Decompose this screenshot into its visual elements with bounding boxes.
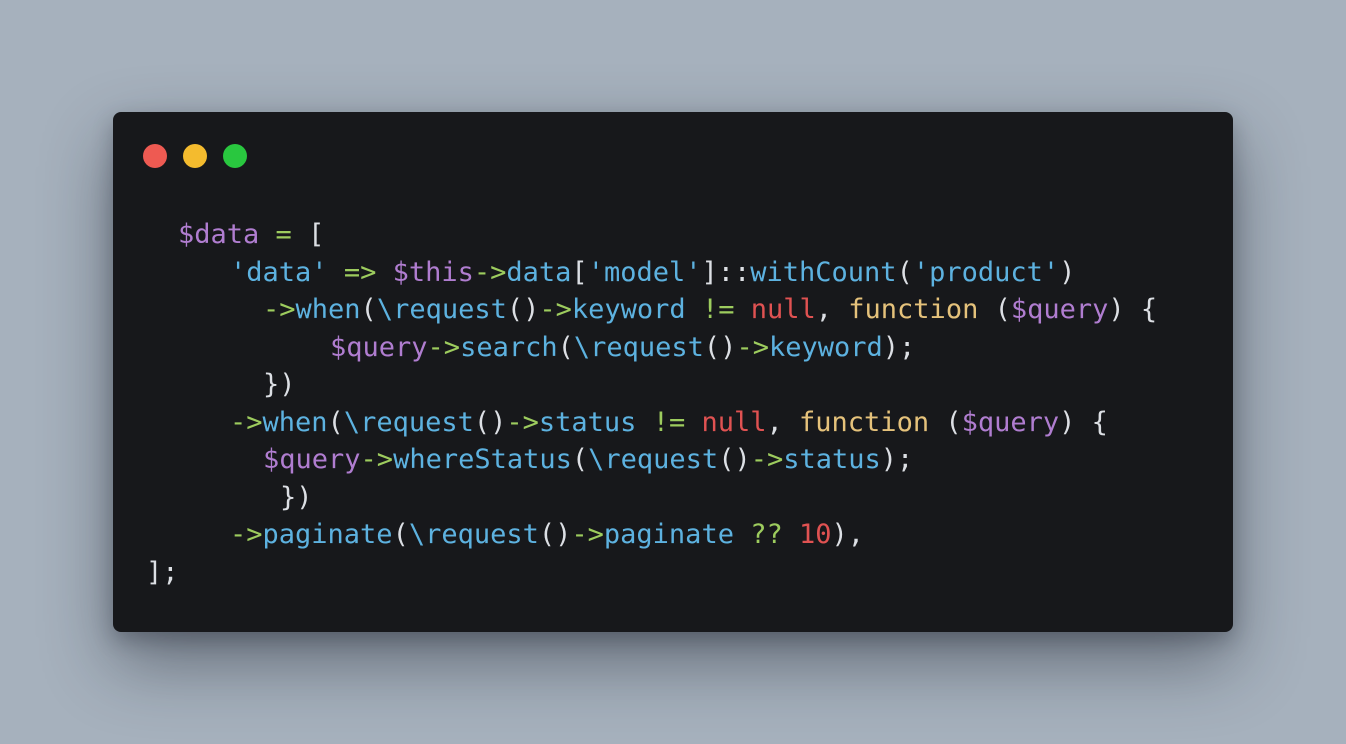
- code-token-plain: );: [882, 331, 916, 363]
- code-token-string: 'product': [912, 256, 1060, 288]
- close-dot-icon[interactable]: [143, 144, 167, 168]
- code-token-plain: [: [291, 219, 325, 250]
- code-token-method: status: [783, 444, 881, 475]
- code-token-keyword: function: [848, 294, 979, 325]
- code-token-plain: (: [896, 256, 913, 288]
- code-token-method: keyword: [571, 294, 686, 325]
- code-token-keyword: function: [799, 406, 930, 438]
- code-token-operator: =>: [343, 256, 377, 288]
- code-token-plain: ): [1059, 256, 1076, 288]
- code-token-method: \request: [408, 519, 539, 550]
- code-token-string: 'model': [587, 256, 702, 288]
- code-line: ];: [146, 554, 179, 591]
- code-token-plain: }): [263, 369, 296, 400]
- code-token-plain: (: [327, 406, 344, 438]
- code-token-method: when: [295, 294, 361, 325]
- code-line: }): [280, 479, 313, 516]
- code-token-number: 10: [799, 519, 832, 550]
- code-token-null: null: [701, 406, 767, 438]
- code-line: ->when(\request()->status != null, funct…: [230, 404, 1108, 441]
- code-token-plain: (: [929, 406, 962, 438]
- code-window: $data = ['data' => $this->data['model']:…: [113, 112, 1233, 632]
- code-line: ->paginate(\request()->paginate ?? 10),: [230, 516, 864, 553]
- code-token-operator: !=: [652, 406, 686, 438]
- code-token-plain: (: [360, 294, 377, 325]
- code-token-method: search: [460, 331, 558, 363]
- code-token-method: keyword: [768, 331, 883, 363]
- code-token-variable: $query: [263, 444, 361, 475]
- code-token-method: whereStatus: [393, 444, 572, 475]
- code-line: $query->whereStatus(\request()->status);: [263, 441, 913, 478]
- code-token-method: \request: [343, 406, 474, 438]
- minimize-dot-icon[interactable]: [183, 144, 207, 168]
- code-token-operator: ->: [539, 294, 572, 325]
- code-token-method: paginate: [603, 519, 734, 550]
- code-token-string: 'data': [230, 256, 328, 288]
- code-token-plain: (): [703, 331, 737, 363]
- code-token-operator: ->: [230, 519, 263, 550]
- code-token-plain: (): [538, 519, 572, 550]
- code-line: ->when(\request()->keyword != null, func…: [263, 291, 1157, 328]
- code-token-plain: (: [978, 294, 1011, 325]
- code-token-operator: ->: [571, 519, 604, 550]
- code-token-method: data: [506, 256, 572, 288]
- code-token-operator: ->: [750, 444, 784, 475]
- code-token-operator: ->: [263, 294, 296, 325]
- code-token-plain: (): [718, 444, 751, 475]
- code-token-operator: ->: [736, 331, 769, 363]
- maximize-dot-icon[interactable]: [223, 144, 247, 168]
- code-token-method: status: [538, 406, 637, 438]
- code-token-plain: ,: [766, 406, 800, 438]
- code-token-variable: $data: [178, 219, 260, 250]
- code-token-method: paginate: [262, 519, 393, 550]
- code-line: 'data' => $this->data['model']::withCoun…: [230, 254, 1075, 291]
- code-token-plain: ,: [815, 294, 849, 325]
- code-token-plain: ),: [831, 519, 865, 550]
- code-token-operator: !=: [701, 294, 735, 325]
- code-token-variable: $query: [1010, 294, 1109, 325]
- code-token-plain: ]::: [701, 256, 751, 288]
- code-token-operator: ??: [750, 519, 783, 550]
- code-token-operator: ->: [360, 444, 394, 475]
- code-token-plain: (): [506, 294, 540, 325]
- code-token-plain: ];: [146, 556, 179, 588]
- code-line: $data = [: [178, 216, 324, 253]
- code-token-plain: ) {: [1059, 406, 1108, 438]
- code-line: }): [263, 366, 296, 403]
- code-token-plain: );: [880, 444, 914, 475]
- code-token-operator: ->: [427, 331, 461, 363]
- code-token-null: null: [750, 294, 816, 325]
- code-token-plain: ) {: [1108, 294, 1158, 325]
- code-token-variable: $query: [961, 406, 1060, 438]
- code-token-plain: [: [571, 256, 588, 288]
- code-token-operator: ->: [230, 406, 263, 438]
- code-token-method: \request: [573, 331, 704, 363]
- code-token-method: withCount: [750, 256, 897, 288]
- code-token-variable: $this: [392, 256, 474, 288]
- code-token-method: \request: [588, 444, 719, 475]
- code-token-operator: ->: [473, 256, 507, 288]
- code-line: $query->search(\request()->keyword);: [330, 329, 915, 366]
- code-token-plain: (: [557, 331, 574, 363]
- code-token-method: \request: [376, 294, 507, 325]
- code-token-method: when: [262, 406, 328, 438]
- code-token-operator: =: [275, 219, 292, 250]
- code-token-plain: (: [392, 519, 409, 550]
- code-token-operator: ->: [506, 406, 539, 438]
- code-token-plain: (: [571, 444, 589, 475]
- code-token-plain: (): [473, 406, 507, 438]
- code-token-plain: }): [280, 481, 313, 513]
- code-token-variable: $query: [330, 331, 428, 363]
